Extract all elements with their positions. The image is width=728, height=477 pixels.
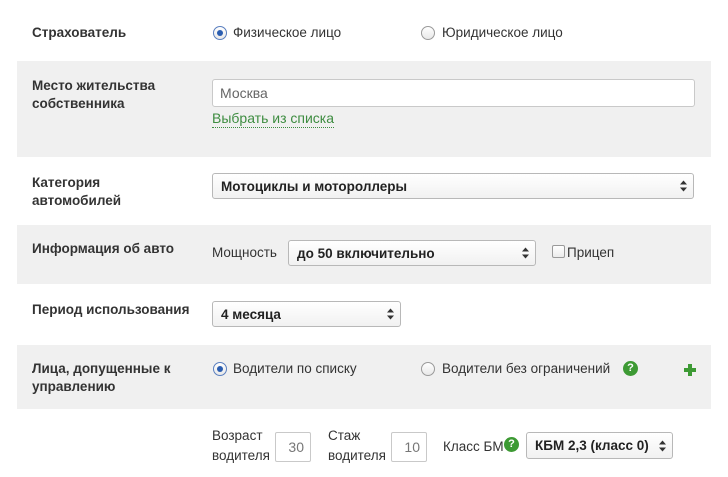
insurer-label: Страхователь <box>32 25 127 40</box>
age-label: Возраст водителя <box>212 426 270 466</box>
category-select-value: Мотоциклы и мотороллеры <box>221 178 408 194</box>
radio-drivers-list-label[interactable]: Водители по списку <box>233 361 357 377</box>
experience-input[interactable]: 10 <box>391 432 427 462</box>
select-arrows-icon <box>387 308 394 320</box>
radio-legal-entity[interactable] <box>421 26 435 40</box>
experience-label-line1: Стаж <box>328 428 361 443</box>
radio-drivers-unlimited[interactable] <box>421 362 435 376</box>
residence-label-line1: Место жительства <box>32 78 156 93</box>
radio-drivers-unlimited-label[interactable]: Водители без ограничений <box>442 361 610 377</box>
select-arrows-icon <box>659 440 666 451</box>
category-label: Категория автомобилей <box>32 174 121 210</box>
period-select[interactable]: 4 месяца <box>212 301 401 327</box>
residence-input-value: Москва <box>220 85 268 101</box>
power-label: Мощность <box>212 245 277 260</box>
period-select-value: 4 месяца <box>221 306 281 322</box>
trailer-checkbox[interactable] <box>552 245 565 258</box>
experience-label-line2: водителя <box>328 448 386 463</box>
drivers-label-line1: Лица, допущенные к <box>32 361 171 376</box>
category-label-line1: Категория <box>32 175 101 190</box>
residence-label: Место жительства собственника <box>32 77 155 113</box>
category-select[interactable]: Мотоциклы и мотороллеры <box>212 173 694 199</box>
period-label: Период использования <box>32 302 190 317</box>
select-arrows-icon <box>680 180 687 192</box>
age-input[interactable]: 30 <box>275 432 311 462</box>
help-icon[interactable]: ? <box>623 361 638 376</box>
power-select-value: до 50 включительно <box>297 245 435 261</box>
kbm-select[interactable]: КБМ 2,3 (класс 0) <box>526 432 673 459</box>
drivers-label-line2: управлению <box>32 379 116 394</box>
experience-label: Стаж водителя <box>328 426 386 466</box>
residence-input[interactable]: Москва <box>212 79 695 107</box>
age-label-line2: водителя <box>212 448 270 463</box>
choose-from-list-link[interactable]: Выбрать из списка <box>212 110 335 128</box>
select-arrows-icon <box>522 247 529 259</box>
age-label-line1: Возраст <box>212 428 263 443</box>
radio-legal-entity-label[interactable]: Юридическое лицо <box>442 25 563 41</box>
residence-label-line2: собственника <box>32 96 125 111</box>
kbm-label: Класс БМ <box>443 439 504 454</box>
kbm-help-icon[interactable]: ? <box>504 437 519 452</box>
category-label-line2: автомобилей <box>32 193 122 208</box>
radio-individual[interactable] <box>213 26 227 40</box>
plus-icon[interactable] <box>684 364 696 376</box>
radio-individual-label[interactable]: Физическое лицо <box>233 25 341 41</box>
power-select[interactable]: до 50 включительно <box>288 240 536 266</box>
drivers-label: Лица, допущенные к управлению <box>32 360 170 396</box>
car-info-label: Информация об авто <box>32 241 174 256</box>
radio-drivers-list[interactable] <box>213 362 227 376</box>
kbm-select-value: КБМ 2,3 (класс 0) <box>535 438 649 453</box>
trailer-label[interactable]: Прицеп <box>567 245 614 261</box>
